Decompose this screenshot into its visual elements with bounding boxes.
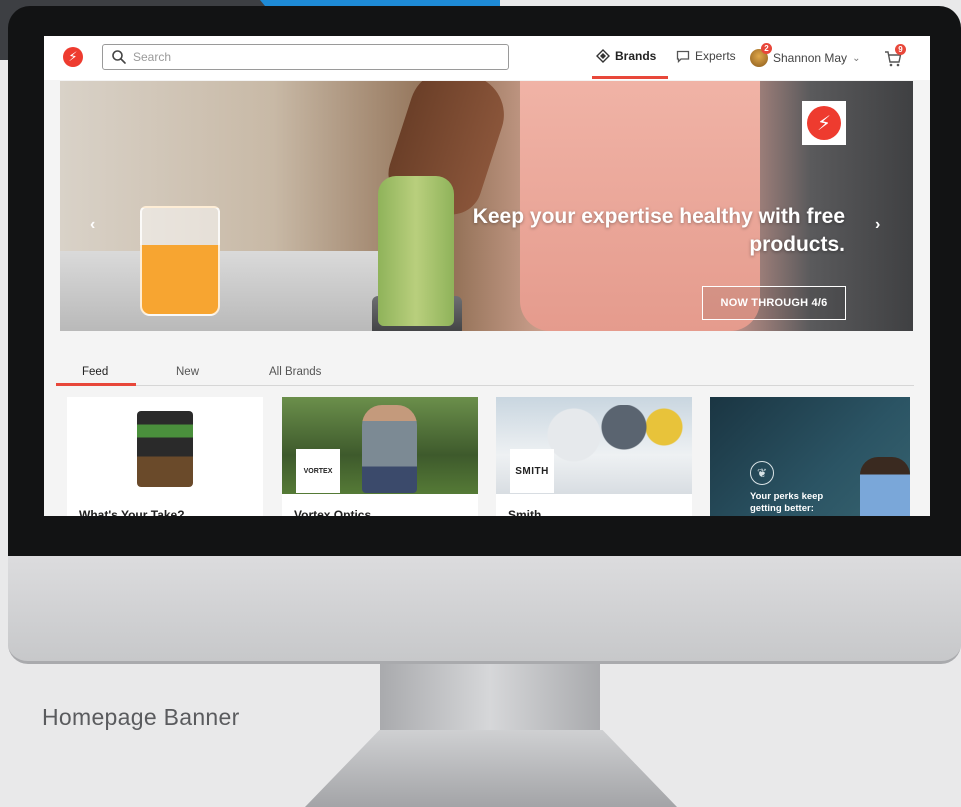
card-title: Vortex Optics xyxy=(294,508,372,516)
search-input[interactable] xyxy=(133,50,493,64)
leaf-icon: ❦ xyxy=(750,461,774,485)
hero-headline: Keep your expertise healthy with free pr… xyxy=(472,205,845,256)
caption-label: Homepage Banner xyxy=(42,704,240,730)
helmets-photo xyxy=(534,405,684,493)
monitor-chin xyxy=(8,556,961,664)
brand-logo-icon[interactable]: ⚡ xyxy=(63,47,83,67)
perks-promo-text: Your perks keep getting better: xyxy=(750,491,824,514)
athlete-photo xyxy=(860,457,910,516)
hero-cta-button[interactable]: NOW THROUGH 4/6 xyxy=(702,286,846,320)
hero-brand-logo: ⚡ xyxy=(802,101,846,145)
vortex-logo-text: VORTEX xyxy=(303,467,333,475)
card-title: Smith xyxy=(508,508,542,516)
hero-banner[interactable]: ⚡ Keep your expertise healthy with free … xyxy=(60,81,913,331)
nav-active-underline xyxy=(592,76,668,79)
hero-photo-juice-pitcher xyxy=(140,206,220,316)
feed-tabs: Feed New All Brands xyxy=(56,358,914,386)
hero-photo-counter xyxy=(60,251,390,331)
perks-promo-card[interactable]: ❦ Your perks keep getting better: xyxy=(710,397,910,516)
carousel-next-icon[interactable]: › xyxy=(875,216,880,234)
tab-all-brands[interactable]: All Brands xyxy=(269,366,321,378)
top-navigation-bar: ⚡ Brands Experts 2 Sha xyxy=(44,36,930,80)
carousel-prev-icon[interactable]: ‹ xyxy=(90,216,95,234)
feed-card[interactable]: VORTEX Vortex Optics xyxy=(282,397,478,516)
nav-experts-link[interactable]: Experts xyxy=(676,49,736,63)
chat-bubble-icon xyxy=(676,50,690,63)
nav-experts-label: Experts xyxy=(695,49,736,63)
notification-badge: 2 xyxy=(761,43,772,54)
feed-card[interactable]: SMITH Smith xyxy=(496,397,692,516)
brands-diamond-icon xyxy=(596,49,610,63)
smith-logo: SMITH xyxy=(510,449,554,493)
user-name: Shannon May xyxy=(773,51,848,65)
card-image xyxy=(67,397,263,494)
screen: ⚡ Brands Experts 2 Sha xyxy=(44,36,930,516)
tab-active-underline xyxy=(56,383,136,386)
monitor-stand-base xyxy=(305,730,677,807)
card-image: SMITH xyxy=(496,397,692,494)
vortex-logo: VORTEX xyxy=(296,449,340,493)
user-menu[interactable]: 2 Shannon May ⌄ xyxy=(750,43,861,67)
search-box[interactable] xyxy=(102,44,509,70)
feed-card[interactable]: What's Your Take? xyxy=(67,397,263,516)
bolt-icon: ⚡ xyxy=(807,106,841,140)
tab-feed[interactable]: Feed xyxy=(82,366,108,378)
avatar: 2 xyxy=(750,43,772,67)
nav-brands-link[interactable]: Brands xyxy=(596,49,656,63)
tab-new[interactable]: New xyxy=(176,366,199,378)
card-title: What's Your Take? xyxy=(79,508,185,516)
cart-count-badge: 9 xyxy=(895,44,906,55)
nav-brands-label: Brands xyxy=(615,49,657,63)
search-icon xyxy=(112,50,126,64)
chevron-down-icon: ⌄ xyxy=(852,52,861,64)
product-bag-image xyxy=(137,411,193,487)
model-photo xyxy=(362,405,417,493)
card-image: VORTEX xyxy=(282,397,478,494)
cart-button[interactable]: 9 xyxy=(884,44,906,67)
